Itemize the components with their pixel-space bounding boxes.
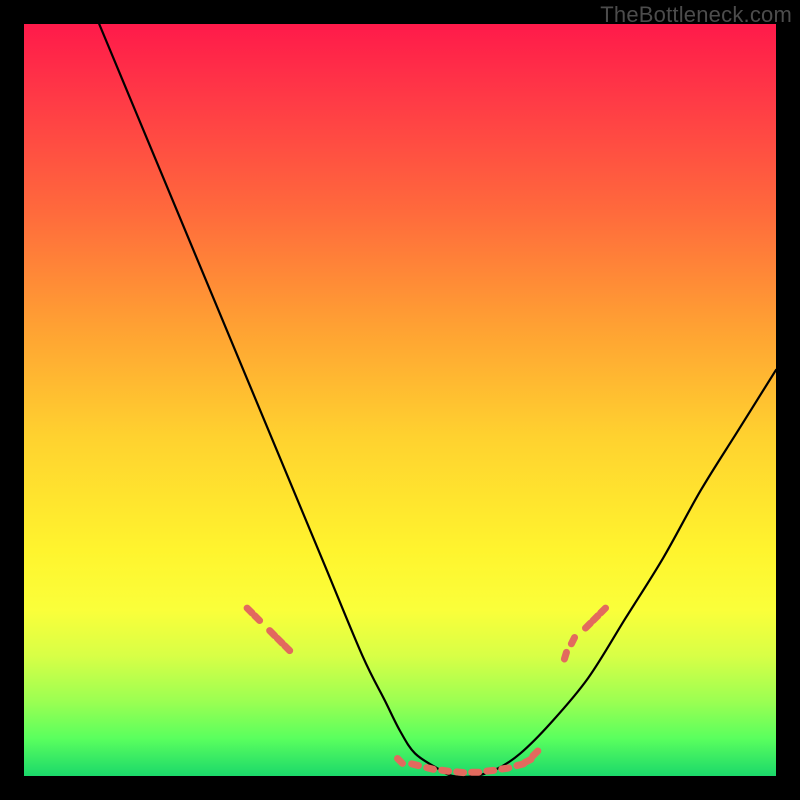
highlight-dots-group: [242, 603, 610, 776]
highlight-dot: [468, 769, 482, 776]
highlight-dot: [453, 768, 468, 776]
highlight-dot: [407, 760, 422, 770]
highlight-dot: [422, 763, 437, 773]
chart-svg: [24, 24, 776, 776]
bottleneck-curve: [99, 24, 776, 777]
highlight-dot: [438, 766, 453, 775]
highlight-dot: [567, 633, 580, 649]
highlight-dot: [483, 767, 498, 775]
plot-area: [24, 24, 776, 776]
highlight-dot: [560, 648, 571, 663]
highlight-dot: [393, 754, 408, 769]
chart-frame: TheBottleneck.com: [0, 0, 800, 800]
highlight-dot: [498, 764, 513, 773]
